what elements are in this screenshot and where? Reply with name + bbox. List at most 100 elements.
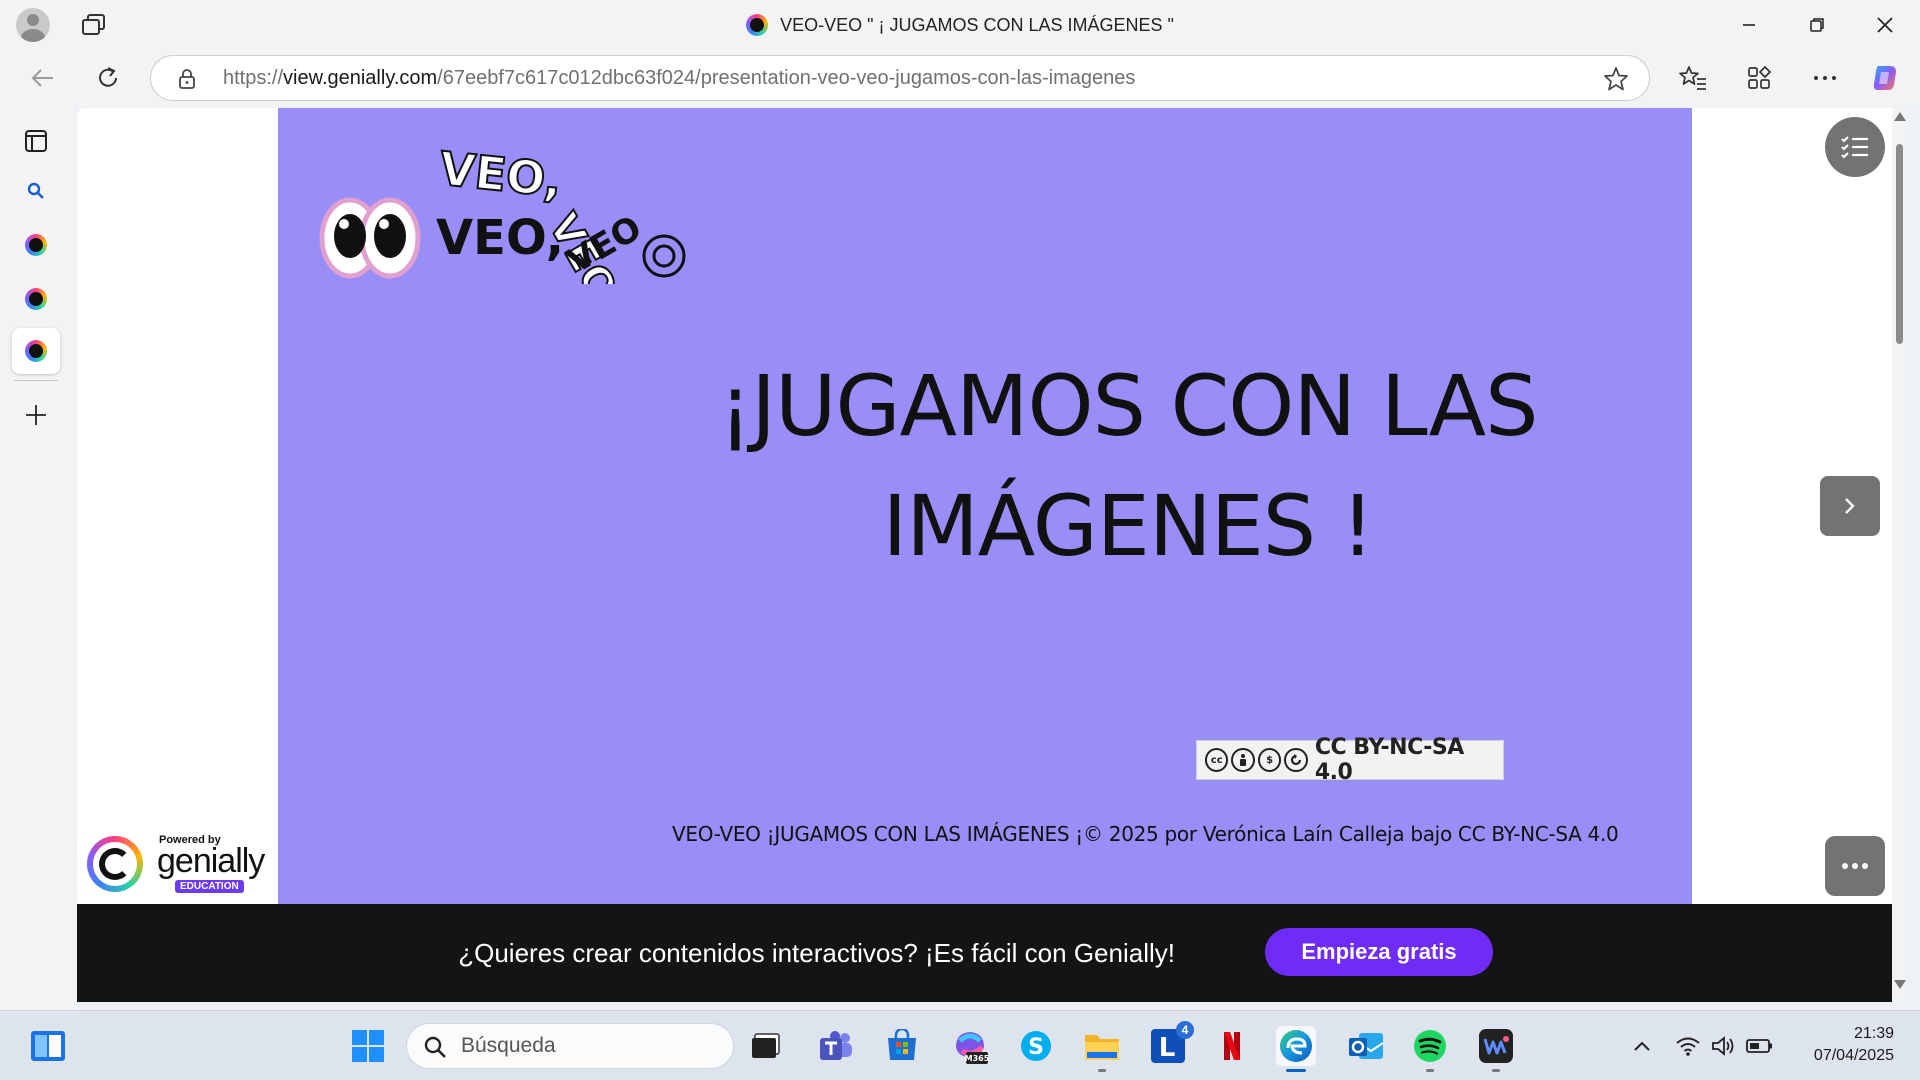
url-text[interactable]: https://view.genially.com/67eebf7c617c01… [223, 56, 1135, 100]
sidebar-tab-genially-2[interactable] [12, 276, 60, 322]
vertical-tabs-sidebar [0, 106, 74, 1010]
netflix-app[interactable] [1212, 1026, 1252, 1066]
close-button[interactable] [1850, 0, 1920, 50]
chevron-right-icon [1845, 498, 1855, 514]
address-bar[interactable]: https://view.genially.com/67eebf7c617c01… [150, 55, 1650, 101]
lock-icon[interactable] [177, 68, 197, 90]
active-indicator [1286, 1069, 1306, 1072]
tab-actions-icon[interactable] [80, 12, 108, 38]
notification-badge: 4 [1176, 1021, 1194, 1039]
sidebar-tab-genially-active[interactable] [12, 328, 60, 374]
minimize-button[interactable] [1714, 0, 1784, 50]
attribution-icon [1231, 748, 1255, 772]
veo-veo-eyes-logo: VEO, VEO, VEO VEO [319, 144, 686, 284]
running-indicator [1098, 1069, 1106, 1072]
tab-title-text: VEO-VEO " ¡ JUGAMOS CON LAS IMÁGENES " [780, 14, 1174, 35]
lexi-app[interactable]: L 4 [1148, 1021, 1194, 1066]
restore-button[interactable] [1782, 0, 1852, 50]
profile-avatar[interactable] [16, 8, 50, 42]
system-clock[interactable]: 21:39 07/04/2025 [1784, 1023, 1894, 1067]
more-options-button[interactable] [1810, 63, 1840, 93]
spotify-app[interactable] [1410, 1026, 1450, 1072]
microsoft-store-icon [888, 1029, 916, 1060]
favorite-star-icon[interactable] [1603, 66, 1629, 92]
genially-wordmark: genially [157, 842, 265, 880]
windows-logo-icon [352, 1030, 384, 1062]
file-explorer-app[interactable] [1082, 1026, 1122, 1072]
wifi-status[interactable] [1673, 1031, 1703, 1061]
store-app[interactable] [882, 1026, 922, 1066]
cc-icon: cc [1205, 748, 1229, 772]
wakelet-app[interactable] [1476, 1026, 1516, 1072]
taskbar: Búsqueda M365 S L 4 21:39 07/04/2025 [0, 1010, 1920, 1080]
presentation-slide: VEO, VEO, VEO VEO ¡JUGAMOS CON LAS IMÁGE… [278, 108, 1692, 904]
powered-by-genially-logo[interactable]: Powered by genially EDUCATION [87, 832, 267, 894]
running-indicator [1426, 1069, 1434, 1072]
task-view-icon [752, 1033, 780, 1058]
tab-panel-toggle[interactable] [12, 118, 60, 164]
edge-icon [1280, 1030, 1312, 1062]
svg-text:S: S [1028, 1035, 1044, 1060]
refresh-button[interactable] [88, 58, 128, 98]
clock-time: 21:39 [1853, 1025, 1894, 1042]
genially-favicon-icon [25, 234, 47, 256]
page-scrollbar[interactable] [1892, 108, 1906, 1002]
outlook-app[interactable] [1346, 1026, 1386, 1066]
volume-status[interactable] [1709, 1031, 1739, 1061]
promo-banner: ¿Quieres crear contenidos interactivos? … [77, 904, 1892, 1002]
web-content: VEO, VEO, VEO VEO ¡JUGAMOS CON LAS IMÁGE… [77, 108, 1892, 1002]
copilot-button[interactable] [1870, 63, 1900, 93]
taskbar-search[interactable]: Búsqueda [406, 1023, 734, 1069]
non-commercial-icon: $ [1257, 748, 1282, 772]
favorites-button[interactable] [1678, 63, 1708, 93]
more-options-button[interactable] [1825, 836, 1885, 896]
folder-icon [1085, 1035, 1119, 1060]
collections-button[interactable] [1744, 63, 1774, 93]
clock-date: 07/04/2025 [1813, 1047, 1894, 1064]
restore-icon [1810, 18, 1824, 32]
m365-app[interactable]: M365 [950, 1026, 990, 1066]
plus-icon [26, 405, 46, 425]
search-tab[interactable] [12, 168, 60, 214]
show-hidden-icons-button[interactable] [1627, 1031, 1657, 1061]
outlook-icon [1349, 1033, 1384, 1059]
teams-app[interactable] [816, 1026, 856, 1066]
skype-app[interactable]: S [1016, 1026, 1056, 1066]
scroll-down-arrow-icon[interactable] [1894, 980, 1906, 989]
next-slide-button[interactable] [1820, 476, 1880, 536]
scroll-up-arrow-icon[interactable] [1894, 112, 1906, 121]
genially-favicon-icon [25, 288, 47, 310]
checklist-icon [1841, 136, 1868, 159]
microsoft-365-icon: M365 [956, 1032, 990, 1064]
search-placeholder: Búsqueda [461, 1034, 556, 1057]
sidebar-tab-genially-1[interactable] [12, 222, 60, 268]
scrollbar-thumb[interactable] [1896, 144, 1903, 344]
task-view-button[interactable] [746, 1026, 786, 1066]
minimize-icon [1743, 24, 1755, 26]
speaker-icon [1712, 1036, 1734, 1056]
education-tag: EDUCATION [175, 880, 244, 893]
search-icon [424, 1036, 446, 1058]
cc-license-badge[interactable]: cc $ CC BY-NC-SA 4.0 [1196, 735, 1504, 785]
back-button[interactable] [22, 58, 62, 98]
new-tab-button[interactable] [12, 392, 60, 438]
edge-app[interactable] [1276, 1026, 1316, 1072]
title-bar: VEO-VEO " ¡ JUGAMOS CON LAS IMÁGENES " [0, 0, 1920, 50]
search-icon [27, 182, 44, 199]
url-host: view.genially.com [283, 67, 438, 89]
battery-status[interactable] [1745, 1031, 1775, 1061]
widgets-button[interactable] [28, 1026, 68, 1066]
start-free-button[interactable]: Empieza gratis [1265, 928, 1493, 976]
chevron-up-icon [1634, 1041, 1650, 1051]
slide-index-button[interactable] [1825, 117, 1885, 177]
start-button[interactable] [348, 1026, 388, 1066]
navigation-bar: https://view.genially.com/67eebf7c617c01… [0, 50, 1920, 106]
skype-icon: S [1021, 1031, 1051, 1061]
url-prefix: https:// [223, 67, 284, 89]
window-title: VEO-VEO " ¡ JUGAMOS CON LAS IMÁGENES " [0, 0, 1920, 50]
m365-label: M365 [965, 1054, 990, 1063]
url-path: /67eebf7c617c012dbc63f024/presentation-v… [437, 67, 1136, 89]
wifi-icon [1676, 1037, 1700, 1056]
svg-text:L: L [1159, 1033, 1176, 1063]
genially-favicon-icon [25, 340, 47, 362]
